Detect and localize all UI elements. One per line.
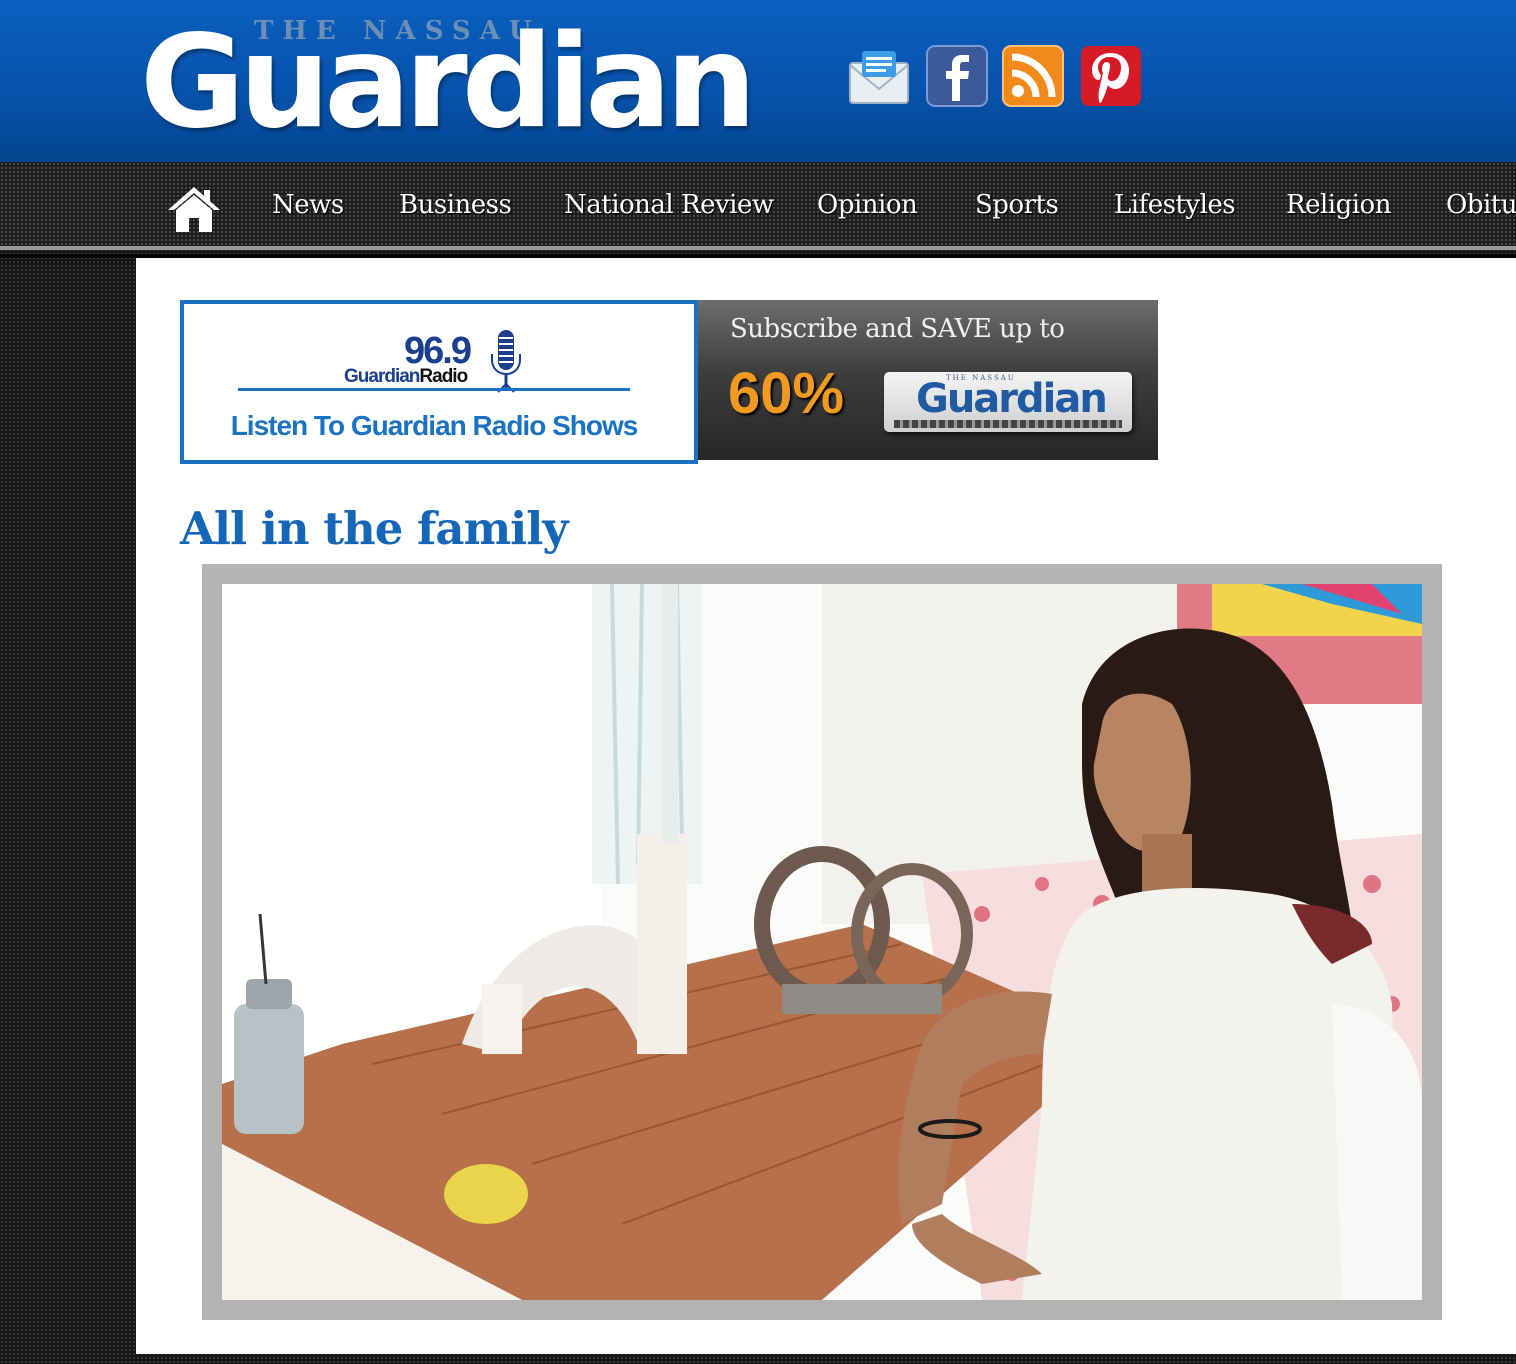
main-nav: News Business National Review Opinion Sp…: [0, 162, 1516, 250]
facebook-icon[interactable]: [926, 45, 988, 107]
subscribe-ad[interactable]: Subscribe and SAVE up to 60% THE NASSAU …: [698, 300, 1158, 460]
guardian-radio-ad[interactable]: 96.9 GuardianRadio Listen To Guardian Ra…: [180, 300, 698, 464]
rss-icon[interactable]: [1002, 45, 1064, 107]
subscribe-percent: 60%: [728, 361, 845, 426]
subscribe-paper-logo: THE NASSAU Guardian: [884, 372, 1132, 432]
pinterest-icon[interactable]: [1080, 45, 1142, 107]
subscribe-paper-name: Guardian: [916, 376, 1108, 422]
nav-item-obituaries[interactable]: Obitua: [1446, 190, 1516, 220]
nav-item-religion[interactable]: Religion: [1286, 190, 1391, 220]
radio-divider: [238, 388, 630, 391]
home-icon[interactable]: [166, 184, 222, 234]
nav-item-news[interactable]: News: [272, 190, 344, 220]
article-photo[interactable]: [222, 584, 1422, 1300]
nav-item-national-review[interactable]: National Review: [564, 190, 774, 220]
radio-brand-radio: Radio: [419, 366, 468, 387]
site-header: THE NASSAU Guardian: [0, 0, 1516, 162]
subscribe-text: Subscribe and SAVE up to: [730, 314, 1065, 344]
article-headline[interactable]: All in the family: [180, 502, 569, 555]
nav-item-opinion[interactable]: Opinion: [817, 190, 918, 220]
email-icon[interactable]: [848, 45, 910, 107]
nav-item-business[interactable]: Business: [399, 190, 512, 220]
logo-wordmark: Guardian: [140, 8, 757, 157]
subscribe-paper-strip: [894, 420, 1122, 428]
site-logo[interactable]: THE NASSAU Guardian: [140, 8, 820, 158]
radio-brand: GuardianRadio: [344, 366, 468, 388]
microphone-icon: [484, 328, 528, 394]
article-photo-frame: [202, 564, 1442, 1320]
nav-item-sports[interactable]: Sports: [975, 190, 1059, 220]
radio-brand-guardian: Guardian: [344, 366, 420, 387]
radio-cta-text: Listen To Guardian Radio Shows: [230, 410, 639, 441]
nav-item-lifestyles[interactable]: Lifestyles: [1114, 190, 1236, 220]
